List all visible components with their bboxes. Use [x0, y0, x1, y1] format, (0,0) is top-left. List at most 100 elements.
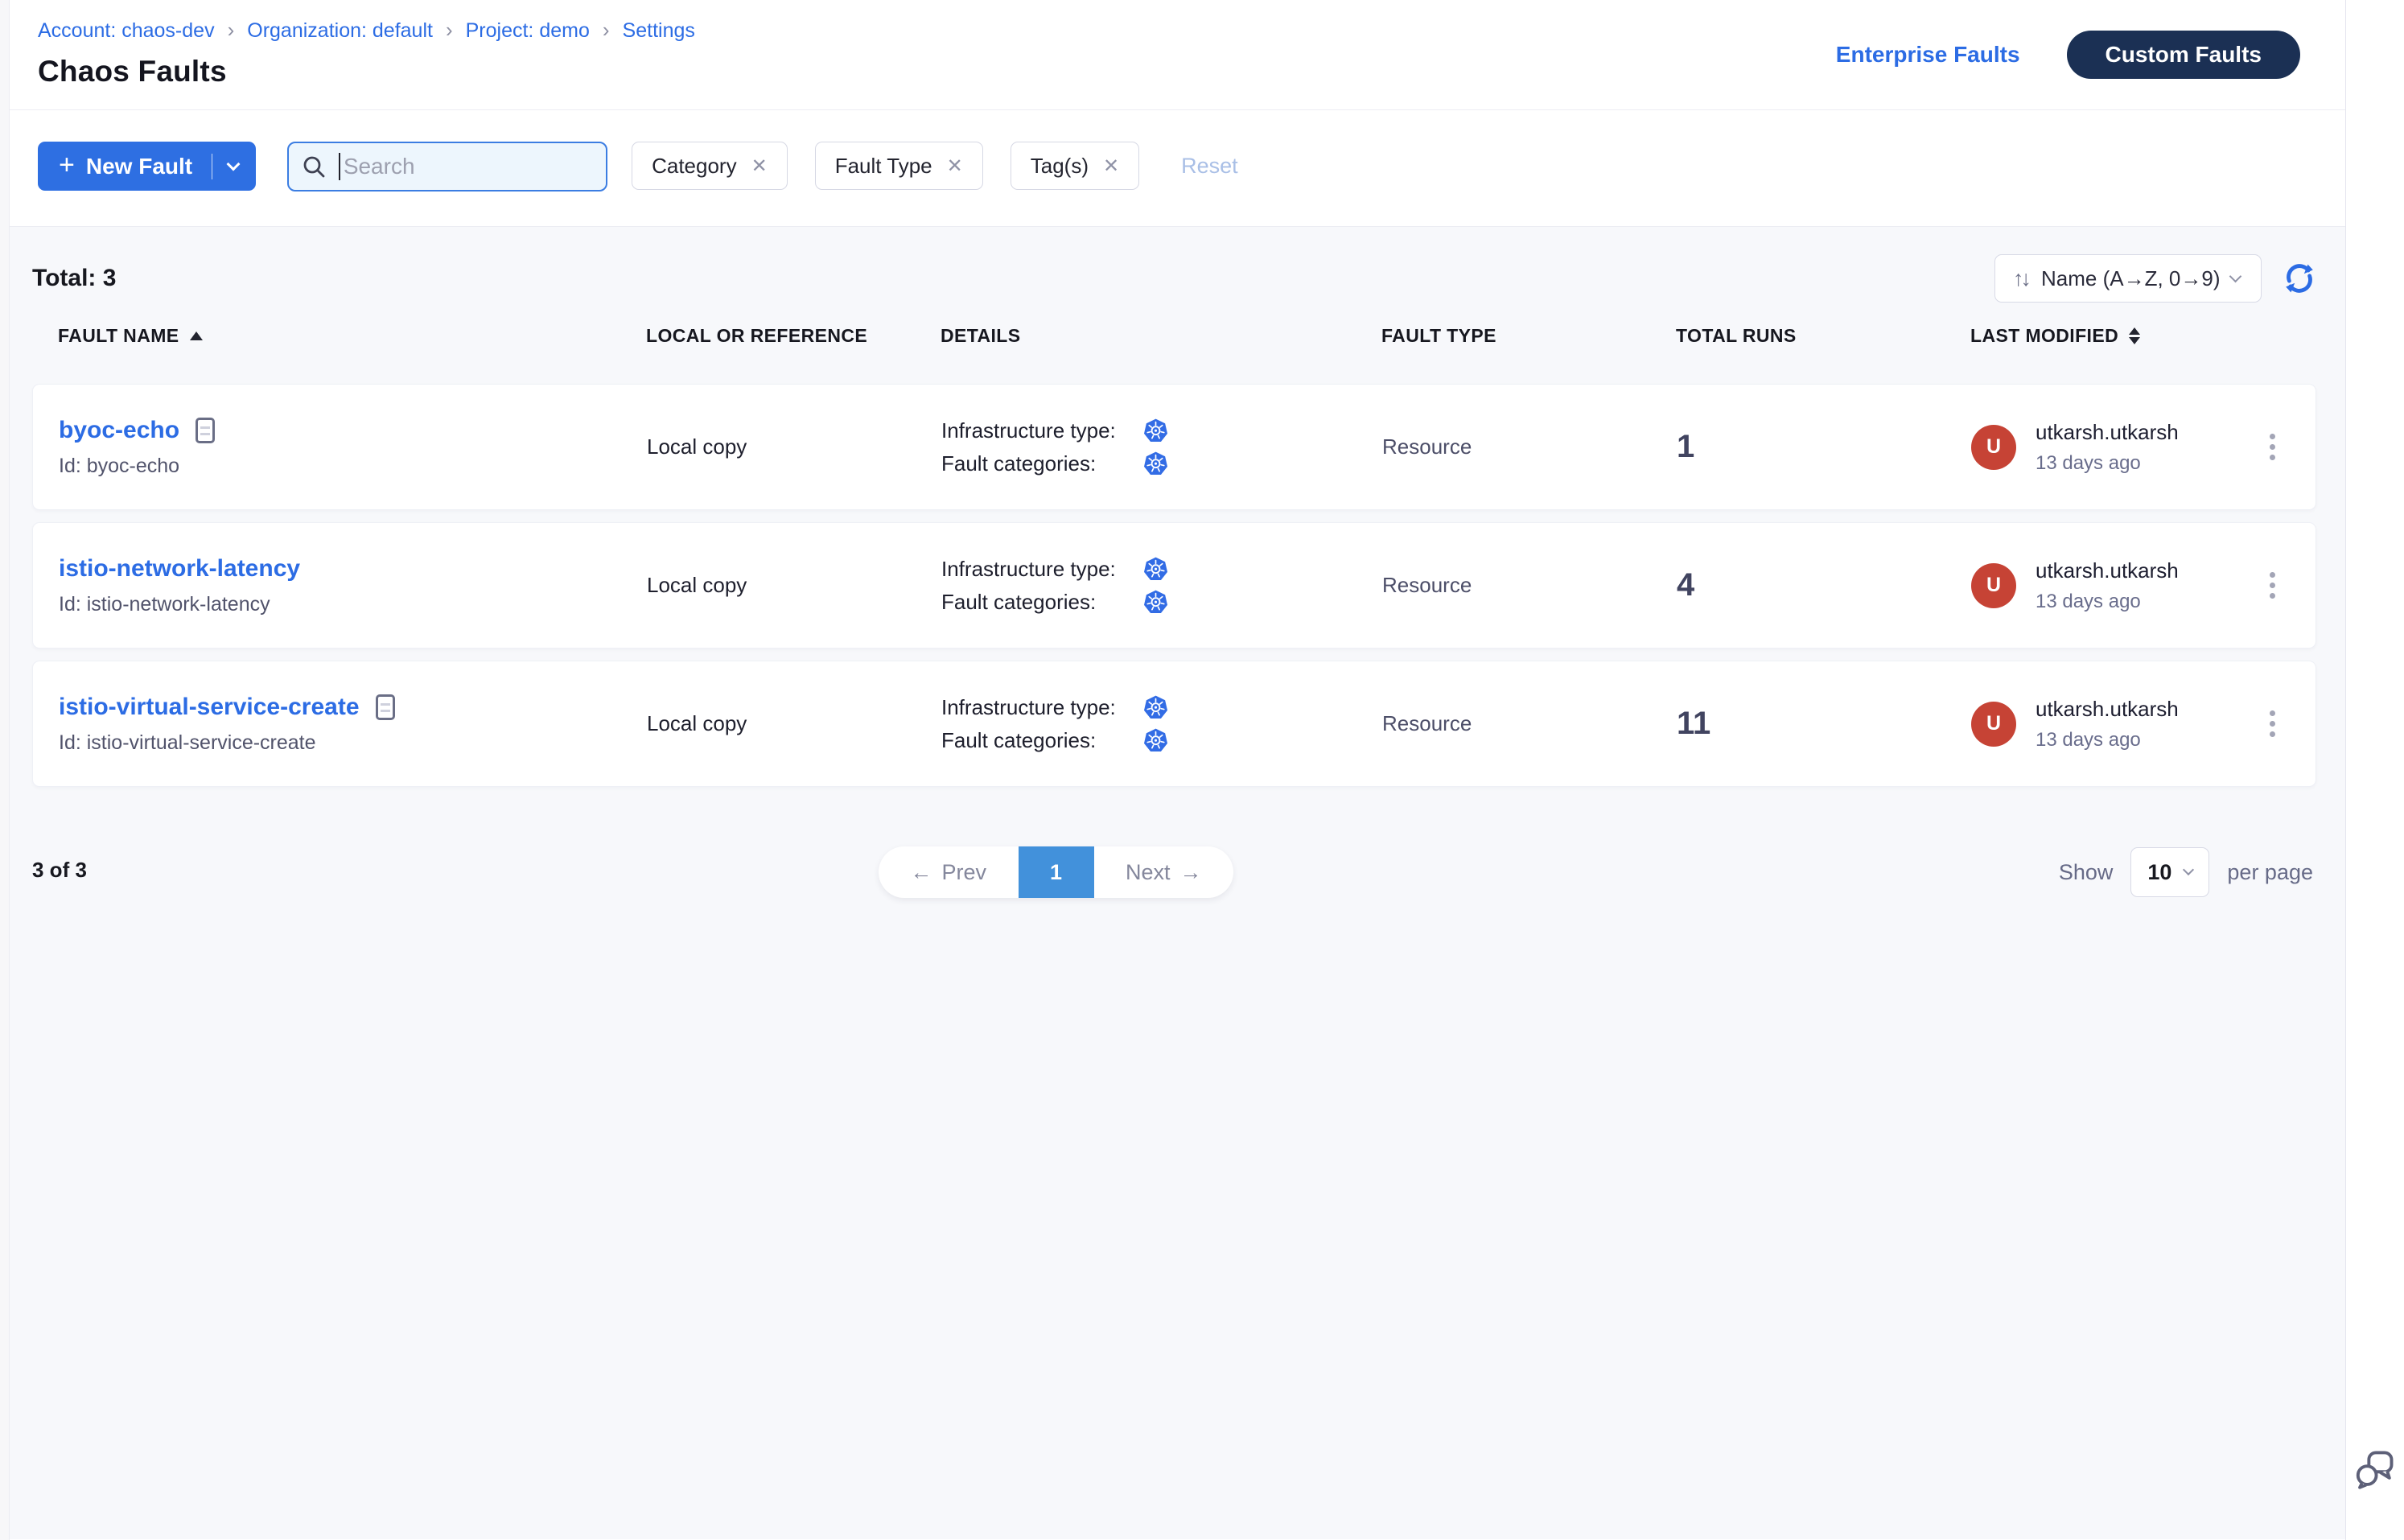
- modified-time: 13 days ago: [2036, 452, 2179, 475]
- page-size-select[interactable]: 10: [2130, 847, 2209, 897]
- breadcrumb-separator-icon: ›: [603, 18, 610, 43]
- filter-chip-label: Fault Type: [835, 154, 932, 179]
- chat-support-icon[interactable]: [2355, 1448, 2397, 1490]
- sort-ascending-icon: [190, 331, 203, 340]
- filter-chip-label: Tag(s): [1031, 154, 1089, 179]
- column-label: FAULT TYPE: [1381, 325, 1496, 347]
- fault-type-value: Resource: [1382, 573, 1677, 598]
- close-icon[interactable]: ✕: [947, 154, 963, 178]
- infrastructure-type-label: Infrastructure type:: [941, 557, 1143, 582]
- show-label: Show: [2059, 860, 2114, 885]
- enterprise-faults-link[interactable]: Enterprise Faults: [1836, 42, 2020, 68]
- next-label: Next: [1126, 860, 1171, 885]
- avatar: U: [1971, 702, 2016, 747]
- content-area: Total: 3 ↑↓ Name (A→Z, 0→9) FAULT NAME: [0, 227, 2345, 1539]
- breadcrumb: Account: chaos-dev › Organization: defau…: [38, 19, 695, 43]
- toolbar: + New Fault Category ✕ Fault Type ✕ T: [0, 110, 2345, 227]
- modified-time: 13 days ago: [2036, 729, 2179, 751]
- modified-by: utkarsh.utkarsh: [2036, 420, 2179, 445]
- column-label: DETAILS: [941, 325, 1020, 347]
- total-runs-value: 11: [1677, 706, 1971, 742]
- document-icon[interactable]: [376, 694, 395, 720]
- table-row[interactable]: istio-network-latency Id: istio-network-…: [32, 522, 2316, 649]
- page-number-button[interactable]: 1: [1019, 846, 1094, 898]
- local-or-reference-value: Local copy: [647, 573, 941, 598]
- filter-chip-fault-type[interactable]: Fault Type ✕: [815, 142, 983, 190]
- more-options-button[interactable]: [2262, 702, 2283, 745]
- document-icon[interactable]: [196, 418, 215, 443]
- column-local-or-reference: LOCAL OR REFERENCE: [646, 325, 941, 347]
- avatar: U: [1971, 563, 2016, 608]
- main-panel: Account: chaos-dev › Organization: defau…: [0, 0, 2346, 1540]
- sort-arrows-icon: ↑↓: [2013, 266, 2028, 291]
- breadcrumb-project[interactable]: Project: demo: [466, 19, 590, 43]
- kubernetes-icon: [1143, 451, 1168, 476]
- total-count: Total: 3: [32, 265, 116, 292]
- more-options-button[interactable]: [2262, 564, 2283, 607]
- right-panel-strip: [2347, 0, 2404, 1540]
- search-input[interactable]: [344, 154, 593, 179]
- column-label: LOCAL OR REFERENCE: [646, 325, 867, 347]
- fault-type-value: Resource: [1382, 711, 1677, 736]
- breadcrumb-separator-icon: ›: [228, 18, 235, 43]
- filter-chip-category[interactable]: Category ✕: [632, 142, 788, 190]
- refresh-icon[interactable]: [2283, 261, 2316, 295]
- sort-dropdown[interactable]: ↑↓ Name (A→Z, 0→9): [1994, 254, 2262, 303]
- column-last-modified[interactable]: LAST MODIFIED: [1970, 325, 2316, 347]
- fault-name-link[interactable]: byoc-echo: [59, 417, 179, 444]
- breadcrumb-settings[interactable]: Settings: [623, 19, 695, 43]
- fault-categories-label: Fault categories:: [941, 728, 1143, 753]
- infrastructure-type-label: Infrastructure type:: [941, 695, 1143, 720]
- fault-type-value: Resource: [1382, 434, 1677, 459]
- kubernetes-icon: [1143, 418, 1168, 443]
- fault-name-link[interactable]: istio-virtual-service-create: [59, 694, 360, 721]
- table-row[interactable]: byoc-echo Id: byoc-echo Local copy Infra…: [32, 384, 2316, 510]
- reset-button[interactable]: Reset: [1181, 142, 1238, 190]
- chevron-down-icon[interactable]: [227, 157, 241, 171]
- table-row[interactable]: istio-virtual-service-create Id: istio-v…: [32, 661, 2316, 787]
- fault-categories-label: Fault categories:: [941, 451, 1143, 476]
- filter-chip-label: Category: [652, 154, 737, 179]
- modified-by: utkarsh.utkarsh: [2036, 697, 2179, 722]
- breadcrumb-separator-icon: ›: [446, 18, 453, 43]
- modified-by: utkarsh.utkarsh: [2036, 558, 2179, 583]
- page-size-value: 10: [2147, 860, 2171, 885]
- kubernetes-icon: [1143, 695, 1168, 720]
- table-header: FAULT NAME LOCAL OR REFERENCE DETAILS FA…: [32, 325, 2316, 346]
- sort-both-icon: [2129, 327, 2140, 344]
- arrow-left-icon: ←: [910, 860, 932, 885]
- arrow-right-icon: →: [1180, 860, 1202, 885]
- sort-label: Name (A→Z, 0→9): [2041, 266, 2231, 291]
- prev-button[interactable]: ← Prev: [879, 846, 1019, 898]
- close-icon[interactable]: ✕: [751, 154, 768, 178]
- search-box[interactable]: [287, 142, 607, 191]
- filter-chip-tags[interactable]: Tag(s) ✕: [1011, 142, 1139, 190]
- fault-name-link[interactable]: istio-network-latency: [59, 555, 300, 583]
- avatar: U: [1971, 425, 2016, 470]
- prev-label: Prev: [941, 860, 986, 885]
- pagination-count: 3 of 3: [32, 858, 87, 883]
- fault-categories-label: Fault categories:: [941, 590, 1143, 615]
- close-icon[interactable]: ✕: [1103, 154, 1119, 178]
- column-label: TOTAL RUNS: [1676, 325, 1797, 347]
- kubernetes-icon: [1143, 557, 1168, 582]
- column-label: LAST MODIFIED: [1970, 325, 2118, 347]
- total-runs-value: 1: [1677, 429, 1971, 465]
- chevron-down-icon: [2229, 270, 2242, 282]
- local-or-reference-value: Local copy: [647, 434, 941, 459]
- column-fault-name[interactable]: FAULT NAME: [58, 325, 646, 347]
- fault-id: Id: istio-network-latency: [59, 593, 647, 616]
- collapsed-nav-edge: [0, 0, 10, 1540]
- kubernetes-icon: [1143, 728, 1168, 753]
- pagination: ← Prev 1 Next →: [879, 846, 1233, 898]
- more-options-button[interactable]: [2262, 426, 2283, 468]
- new-fault-label: New Fault: [86, 154, 192, 179]
- breadcrumb-account[interactable]: Account: chaos-dev: [38, 19, 215, 43]
- new-fault-button[interactable]: + New Fault: [38, 142, 256, 191]
- custom-faults-button[interactable]: Custom Faults: [2067, 31, 2300, 79]
- page-size-control: Show 10 per page: [2059, 846, 2313, 898]
- fault-id: Id: istio-virtual-service-create: [59, 731, 647, 755]
- next-button[interactable]: Next →: [1094, 846, 1234, 898]
- breadcrumb-organization[interactable]: Organization: default: [247, 19, 433, 43]
- fault-id: Id: byoc-echo: [59, 455, 647, 478]
